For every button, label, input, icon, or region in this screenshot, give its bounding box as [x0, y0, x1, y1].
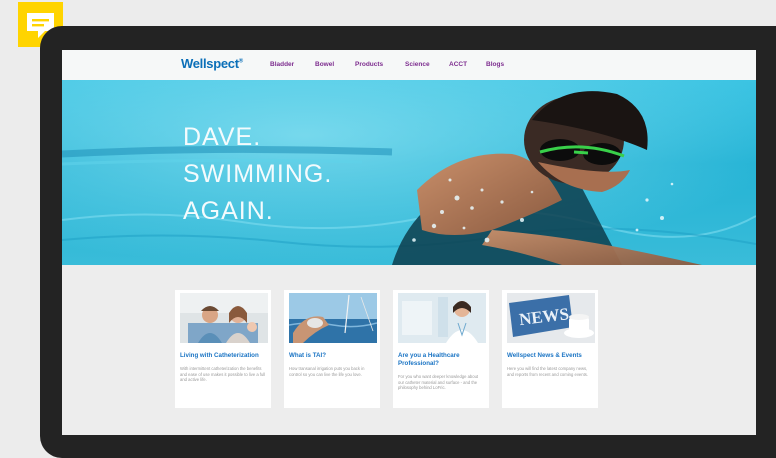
- hero-swimmer-image: [62, 80, 756, 265]
- card-text: Here you will find the latest company ne…: [507, 366, 588, 377]
- site-header: Wellspect® Bladder Bowel Products Scienc…: [62, 50, 756, 80]
- nav-link-blogs[interactable]: Blogs: [486, 61, 504, 68]
- site-logo[interactable]: Wellspect®: [181, 56, 243, 71]
- nav-link-acct[interactable]: ACCT: [449, 61, 467, 68]
- hero-headline-line-3: AGAIN.: [183, 197, 274, 225]
- card-image-doctor: [398, 293, 486, 343]
- card-what-is-tai[interactable]: What is TAI? How transanal irrigation pu…: [284, 290, 380, 408]
- logo-text: Wellspect: [181, 56, 239, 71]
- nav-link-bladder[interactable]: Bladder: [270, 61, 294, 68]
- hero-headline-line-1: DAVE.: [183, 123, 262, 151]
- card-title[interactable]: What is TAI?: [289, 352, 377, 360]
- logo-mark: ®: [238, 58, 243, 65]
- card-title[interactable]: Are you a Healthcare Professional?: [398, 352, 486, 367]
- card-image-news: NEWS: [507, 293, 595, 343]
- card-living-with-catheterization[interactable]: Living with Catheterization With intermi…: [175, 290, 271, 408]
- card-text: How transanal irrigation puts you back i…: [289, 366, 365, 377]
- card-title[interactable]: Living with Catheterization: [180, 352, 268, 360]
- card-healthcare-professional[interactable]: Are you a Healthcare Professional? For y…: [393, 290, 489, 408]
- card-news-and-events[interactable]: NEWS Wellspect News & Events Here you wi…: [502, 290, 598, 408]
- nav-link-science[interactable]: Science: [405, 61, 430, 68]
- hero-banner[interactable]: DAVE. SWIMMING. AGAIN.: [62, 80, 756, 265]
- nav-link-products[interactable]: Products: [355, 61, 383, 68]
- tablet-screen: Wellspect® Bladder Bowel Products Scienc…: [62, 50, 756, 435]
- card-image-family: [180, 293, 268, 343]
- nav-link-bowel[interactable]: Bowel: [315, 61, 334, 68]
- card-image-sailing: [289, 293, 377, 343]
- card-text: With intermittent catheterization the be…: [180, 366, 266, 383]
- hero-headline-line-2: SWIMMING.: [183, 160, 333, 188]
- card-title[interactable]: Wellspect News & Events: [507, 352, 595, 360]
- card-text: For you who want deeper knowledge about …: [398, 374, 479, 391]
